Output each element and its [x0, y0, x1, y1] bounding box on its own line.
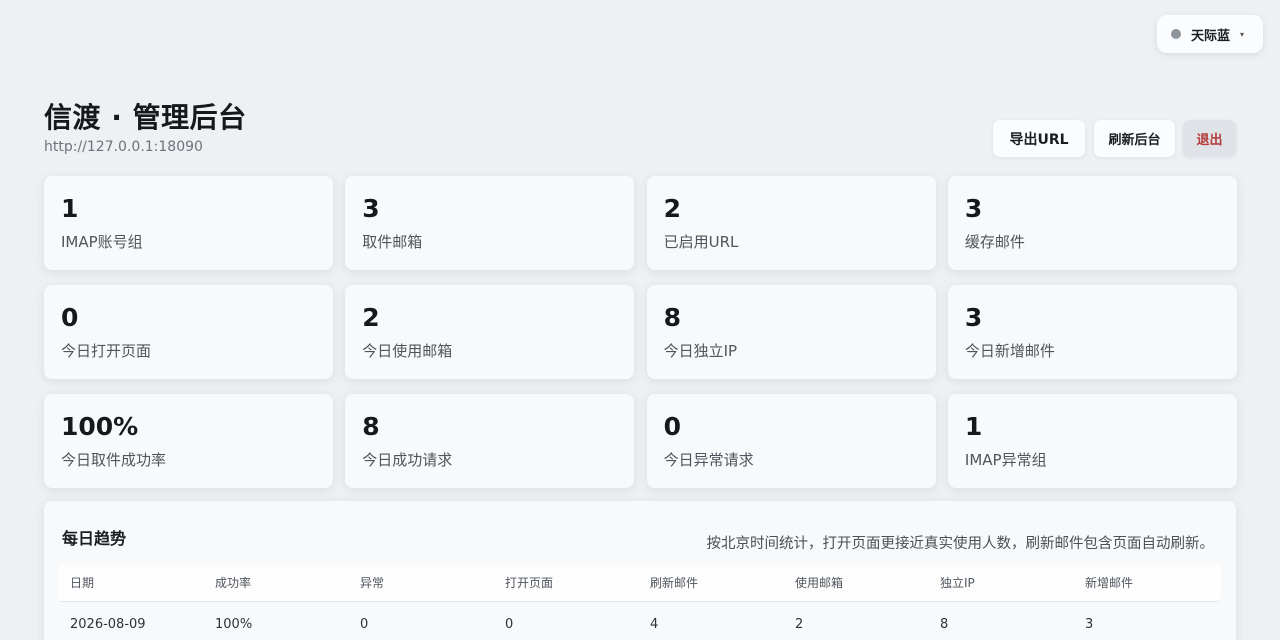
column-header-mail-refreshes: 刷新邮件 [650, 576, 699, 590]
page-title: 信渡 · 管理后台 [44, 101, 247, 134]
table-cell: 100% [215, 616, 253, 632]
stat-value: 1 [964, 412, 983, 441]
table-cell: 2 [795, 616, 804, 632]
theme-color-dot-icon [1171, 29, 1181, 39]
table-cell: 4 [650, 616, 659, 632]
stat-card-new-mails-today: 3 今日新增邮件 [947, 285, 1237, 379]
stat-value: 2 [362, 303, 380, 332]
server-url: http://127.0.0.1:18090 [44, 139, 203, 155]
stat-label: 今日成功请求 [362, 451, 453, 469]
admin-dashboard: 天际蓝 ▾ 信渡 · 管理后台 http://127.0.0.1:18090 导… [0, 0, 1280, 640]
stat-value: 1 [61, 194, 79, 223]
stats-grid: 1 IMAP账号组 3 取件邮箱 2 已启用URL 3 缓存邮件 0 今日打开页… [44, 176, 1237, 488]
stat-label: 取件邮箱 [362, 233, 423, 251]
table-cell: 0 [360, 616, 369, 632]
stat-card-mailboxes-used-today: 2 今日使用邮箱 [345, 285, 635, 379]
refresh-admin-button[interactable]: 刷新后台 [1094, 120, 1175, 157]
table-row: 2026-08-09 100% 0 0 4 2 8 3 [58, 602, 1221, 640]
stat-card-enabled-urls: 2 已启用URL [646, 176, 936, 270]
stat-label: 今日打开页面 [61, 342, 152, 360]
stat-card-successful-requests-today: 8 今日成功请求 [345, 394, 635, 488]
stat-value: 3 [362, 194, 380, 223]
stat-label: 今日取件成功率 [61, 451, 167, 469]
stat-card-mailboxes: 3 取件邮箱 [345, 176, 635, 270]
daily-trend-table: 日期 成功率 异常 打开页面 刷新邮件 使用邮箱 独立IP 新增邮件 2026-… [58, 564, 1221, 640]
table-cell: 2026-08-09 [70, 616, 146, 632]
column-header-unique-ips: 独立IP [940, 576, 975, 590]
stat-label: 今日使用邮箱 [362, 342, 453, 360]
table-cell: 0 [505, 616, 514, 632]
stat-label: 已启用URL [663, 233, 739, 251]
theme-label: 天际蓝 [1191, 28, 1231, 44]
column-header-new-mails: 新增邮件 [1085, 576, 1134, 590]
stat-label: IMAP异常组 [964, 451, 1047, 469]
chevron-down-icon: ▾ [1240, 29, 1245, 39]
stat-value: 8 [663, 303, 681, 332]
column-header-success-rate: 成功率 [215, 576, 252, 590]
export-url-button[interactable]: 导出URL [993, 120, 1085, 157]
section-title: 每日趋势 [62, 529, 127, 548]
stat-label: 今日新增邮件 [964, 342, 1055, 360]
daily-trend-panel: 每日趋势 按北京时间统计，打开页面更接近真实使用人数，刷新邮件包含页面自动刷新。… [44, 501, 1236, 640]
section-note: 按北京时间统计，打开页面更接近真实使用人数，刷新邮件包含页面自动刷新。 [706, 536, 1215, 552]
stat-label: IMAP账号组 [61, 233, 143, 251]
logout-button[interactable]: 退出 [1183, 120, 1236, 157]
stat-label: 缓存邮件 [964, 233, 1025, 251]
stat-value: 2 [663, 194, 681, 223]
stat-value: 0 [663, 412, 681, 441]
stat-value: 8 [362, 412, 380, 441]
table-cell: 8 [940, 616, 949, 632]
column-header-errors: 异常 [360, 576, 385, 590]
column-header-pages-opened: 打开页面 [505, 576, 554, 590]
table-header: 日期 成功率 异常 打开页面 刷新邮件 使用邮箱 独立IP 新增邮件 [58, 564, 1221, 602]
stat-card-imap-error-groups: 1 IMAP异常组 [947, 394, 1237, 488]
stat-value: 3 [964, 194, 983, 223]
table-cell: 3 [1085, 616, 1094, 632]
stat-label: 今日独立IP [663, 342, 738, 360]
stat-value: 0 [61, 303, 79, 332]
column-header-mailboxes-used: 使用邮箱 [795, 576, 844, 590]
stat-card-imap-groups: 1 IMAP账号组 [44, 176, 333, 270]
stat-value: 100% [61, 412, 139, 441]
stat-card-cached-mails: 3 缓存邮件 [947, 176, 1237, 270]
stat-card-success-rate-today: 100% 今日取件成功率 [44, 394, 333, 488]
column-header-date: 日期 [70, 576, 95, 590]
stat-label: 今日异常请求 [663, 451, 754, 469]
stat-value: 3 [964, 303, 983, 332]
theme-selector[interactable]: 天际蓝 ▾ [1157, 15, 1263, 53]
stat-card-unique-ips-today: 8 今日独立IP [646, 285, 936, 379]
stat-card-pages-opened-today: 0 今日打开页面 [44, 285, 333, 379]
stat-card-failed-requests-today: 0 今日异常请求 [646, 394, 936, 488]
